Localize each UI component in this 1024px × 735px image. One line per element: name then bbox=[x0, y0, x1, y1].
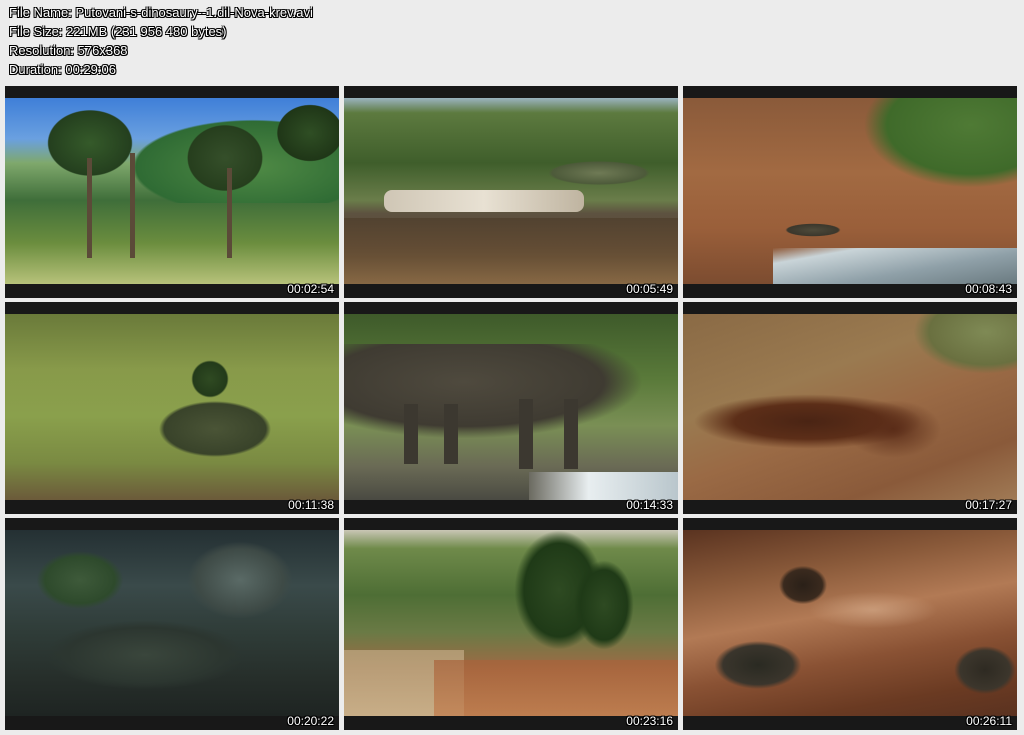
timestamp: 00:08:43 bbox=[965, 282, 1012, 296]
timestamp: 00:20:22 bbox=[287, 714, 334, 728]
thumbnail-3[interactable]: 00:08:43 bbox=[683, 86, 1017, 298]
timestamp: 00:14:33 bbox=[626, 498, 673, 512]
thumbnail-image bbox=[5, 98, 339, 284]
thumbnail-8[interactable]: 00:23:16 bbox=[344, 518, 678, 730]
file-name: File Name: Putovani-s-dinosaury--1.dil-N… bbox=[9, 5, 313, 20]
timestamp: 00:23:16 bbox=[626, 714, 673, 728]
timestamp: 00:02:54 bbox=[287, 282, 334, 296]
resolution: Resolution: 576x368 bbox=[9, 43, 128, 58]
timestamp: 00:05:49 bbox=[626, 282, 673, 296]
file-info: File Name: Putovani-s-dinosaury--1.dil-N… bbox=[9, 3, 313, 79]
thumbnail-image bbox=[344, 98, 678, 284]
thumbnail-5[interactable]: 00:14:33 bbox=[344, 302, 678, 514]
thumbnail-image bbox=[683, 530, 1017, 716]
timestamp: 00:26:11 bbox=[966, 714, 1012, 728]
thumbnail-image bbox=[683, 98, 1017, 284]
file-size: File Size: 221MB (231 956 480 bytes) bbox=[9, 24, 227, 39]
timestamp: 00:11:38 bbox=[288, 498, 334, 512]
thumbnail-image bbox=[5, 530, 339, 716]
thumbnail-image bbox=[344, 314, 678, 500]
timestamp: 00:17:27 bbox=[965, 498, 1012, 512]
thumbnail-7[interactable]: 00:20:22 bbox=[5, 518, 339, 730]
thumbnail-4[interactable]: 00:11:38 bbox=[5, 302, 339, 514]
thumbnail-image bbox=[344, 530, 678, 716]
thumbnail-image bbox=[5, 314, 339, 500]
thumbnail-image bbox=[683, 314, 1017, 500]
thumbnail-6[interactable]: 00:17:27 bbox=[683, 302, 1017, 514]
thumbnail-9[interactable]: 00:26:11 bbox=[683, 518, 1017, 730]
duration: Duration: 00:29:06 bbox=[9, 62, 116, 77]
thumbnail-1[interactable]: 00:02:54 bbox=[5, 86, 339, 298]
thumbnail-2[interactable]: 00:05:49 bbox=[344, 86, 678, 298]
